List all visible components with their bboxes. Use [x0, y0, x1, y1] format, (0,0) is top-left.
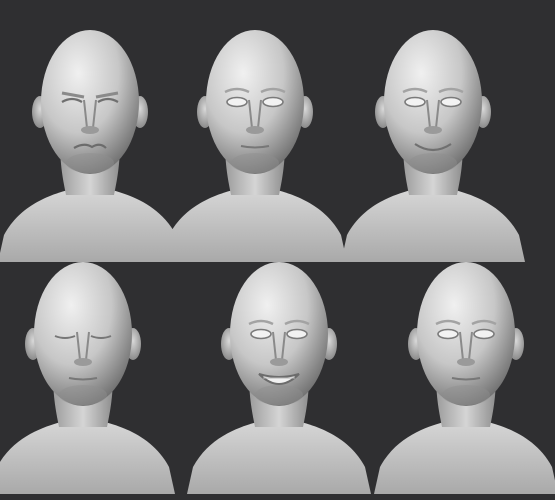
bust-wide-grin	[186, 261, 372, 495]
bust-disgust	[0, 29, 183, 263]
bust-smile	[340, 29, 526, 263]
bust-neutral-1	[162, 29, 348, 263]
bust-eyes-closed	[0, 261, 176, 495]
bust-neutral-2	[373, 261, 555, 495]
sculpt-grid	[0, 29, 555, 495]
